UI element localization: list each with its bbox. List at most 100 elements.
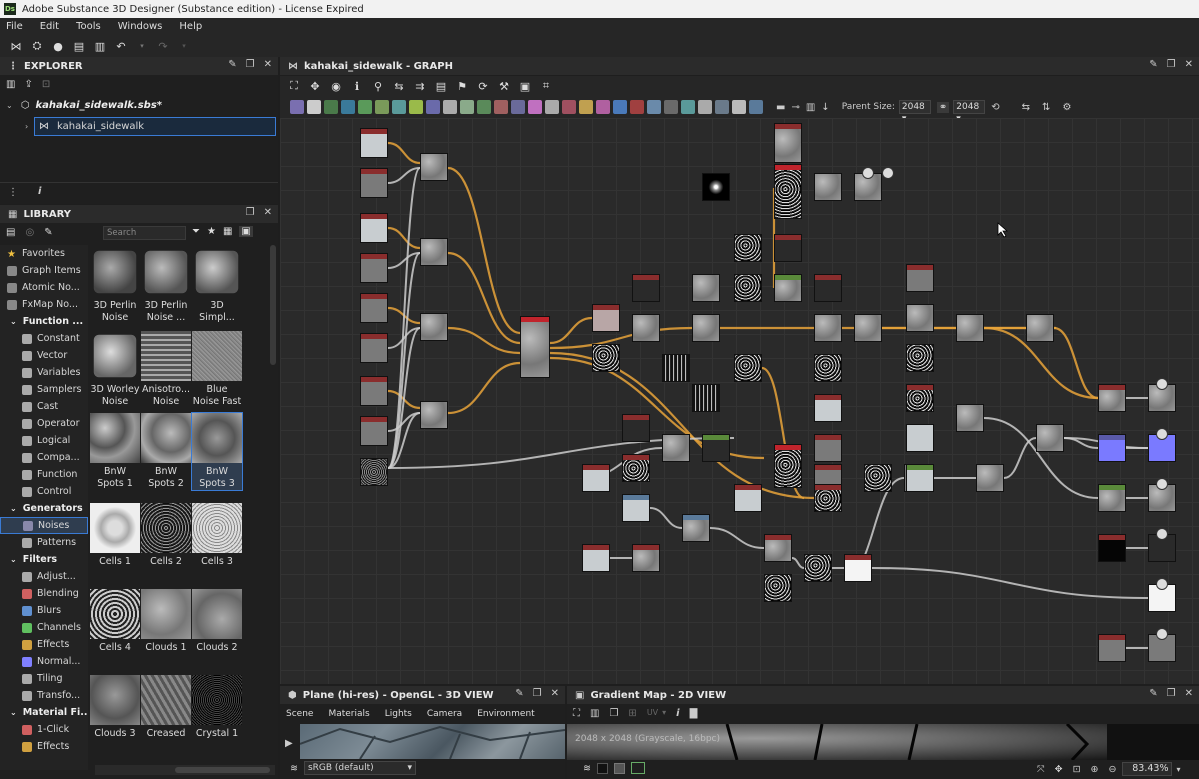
export-icon[interactable]: ⇪ — [24, 79, 32, 90]
graph-node[interactable] — [734, 484, 762, 512]
graph-node[interactable] — [360, 128, 388, 158]
zoom-dropdown-icon[interactable]: ▾ — [1176, 765, 1180, 774]
atomic-node-icon[interactable] — [341, 100, 355, 114]
black-bg-icon[interactable] — [596, 762, 608, 774]
atomic-node-icon[interactable] — [732, 100, 746, 114]
atomic-node-icon[interactable] — [443, 100, 457, 114]
library-thumbnail[interactable]: Creased — [141, 675, 191, 740]
frame-node-icon[interactable]: ▥ — [806, 102, 815, 113]
library-thumbnail[interactable]: BnW Spots 1 — [90, 413, 140, 490]
favorite-filter-icon[interactable]: ★ — [207, 226, 216, 237]
edit-icon[interactable]: ✎ — [44, 227, 52, 238]
graph-node[interactable] — [906, 424, 934, 452]
menu-windows[interactable]: Windows — [118, 21, 163, 32]
pin-icon[interactable]: ✎ — [1149, 59, 1157, 70]
save-package-icon[interactable]: ▥ — [6, 79, 15, 90]
atomic-node-icon[interactable] — [698, 100, 712, 114]
graph-node[interactable] — [582, 544, 610, 572]
library-subcategory[interactable]: Cast — [0, 398, 88, 415]
graph-node[interactable] — [1036, 424, 1064, 452]
graph-node[interactable] — [906, 464, 934, 492]
pin-icon[interactable]: ↓ — [821, 102, 829, 113]
graph-node[interactable] — [520, 316, 550, 378]
library-subcategory[interactable]: Variables — [0, 364, 88, 381]
graph-node[interactable] — [662, 354, 690, 382]
atomic-node-icon[interactable] — [749, 100, 763, 114]
graph-node[interactable] — [582, 464, 610, 492]
atomic-node-icon[interactable] — [511, 100, 525, 114]
atomic-node-icon[interactable] — [681, 100, 695, 114]
environment-menu[interactable]: Environment — [477, 709, 534, 719]
graph-node[interactable] — [774, 444, 802, 488]
graph-node[interactable] — [804, 554, 832, 582]
uv-dropdown-icon[interactable]: ▾ — [662, 708, 666, 719]
dock-left-icon[interactable]: ⇆ — [1022, 102, 1030, 113]
library-subcategory[interactable]: Blending — [0, 585, 88, 602]
library-subcategory[interactable]: Channels — [0, 619, 88, 636]
library-subcategory[interactable]: Graph Items — [0, 262, 88, 279]
pin-icon[interactable]: ✎ — [228, 59, 236, 70]
comment-node-icon[interactable]: ▬ — [776, 102, 785, 113]
info-icon[interactable]: i — [38, 186, 41, 197]
save-icon[interactable]: ▥ — [92, 38, 108, 54]
library-subcategory[interactable]: Effects — [0, 738, 88, 755]
atomic-node-icon[interactable] — [392, 100, 406, 114]
graph-node[interactable] — [682, 514, 710, 542]
package-row[interactable]: ⌄ ⬡ kahakai_sidewalk.sbs* — [6, 100, 162, 111]
graph-node[interactable] — [814, 274, 842, 302]
histogram-icon[interactable]: ▇ — [690, 708, 698, 719]
graph-node[interactable] — [360, 168, 388, 198]
close-icon[interactable]: ✕ — [551, 688, 559, 699]
graph-node[interactable] — [814, 173, 842, 201]
save-image-icon[interactable]: ▥ — [590, 708, 599, 719]
link-icon[interactable]: ⇆ — [391, 78, 407, 94]
atomic-node-icon[interactable] — [358, 100, 372, 114]
library-thumbnail[interactable]: Cells 2 — [141, 503, 191, 568]
atomic-node-icon[interactable] — [477, 100, 491, 114]
graph-node[interactable] — [734, 274, 762, 302]
output-badge-icon[interactable] — [1156, 528, 1168, 540]
library-subcategory[interactable]: Compa... — [0, 449, 88, 466]
graph-node[interactable] — [814, 314, 842, 342]
library-thumbnail[interactable]: Anisotro... Noise — [141, 331, 191, 408]
library-thumbnail[interactable]: Clouds 2 — [192, 589, 242, 654]
graph-node[interactable] — [764, 574, 792, 602]
dock-up-icon[interactable]: ⇅ — [1042, 102, 1050, 113]
zoom-fit-icon[interactable]: ⊡ — [1073, 764, 1081, 775]
gray-bg-icon[interactable] — [613, 762, 625, 774]
align-icon[interactable]: ⇉ — [412, 78, 428, 94]
atomic-node-icon[interactable] — [324, 100, 338, 114]
library-subcategory[interactable]: Blurs — [0, 602, 88, 619]
filter-icon[interactable]: ⏷ — [192, 226, 200, 237]
camera-menu[interactable]: Camera — [427, 709, 462, 719]
library-thumbnail[interactable]: Cells 3 — [192, 503, 242, 568]
graph-node[interactable] — [906, 264, 934, 292]
zoom-input[interactable]: 83.43% — [1122, 762, 1173, 776]
library-thumbnail[interactable]: BnW Spots 2 — [141, 413, 191, 490]
link-size-icon[interactable]: ⚭ — [936, 101, 950, 113]
graph-node[interactable] — [1098, 634, 1126, 662]
graph-node[interactable] — [734, 354, 762, 382]
library-subcategory[interactable]: Vector — [0, 347, 88, 364]
graph-node[interactable] — [956, 314, 984, 342]
frame-all-icon[interactable]: ⛶ — [286, 78, 302, 94]
graph-node[interactable] — [814, 394, 842, 422]
graph-node[interactable] — [814, 484, 842, 512]
library-thumbnail[interactable]: Clouds 1 — [141, 589, 191, 654]
atomic-node-icon[interactable] — [290, 100, 304, 114]
graph-node[interactable] — [1098, 534, 1126, 562]
graph-node[interactable] — [702, 173, 730, 201]
3d-viewport[interactable] — [299, 724, 566, 760]
graph-row[interactable]: › ⋈ kahakai_sidewalk — [25, 117, 276, 136]
graph-node[interactable] — [1098, 384, 1126, 412]
graph-node[interactable] — [814, 354, 842, 382]
atomic-node-icon[interactable] — [494, 100, 508, 114]
library-thumbnail[interactable]: Cells 4 — [90, 589, 140, 654]
atomic-node-icon[interactable] — [647, 100, 661, 114]
graph-node[interactable] — [360, 213, 388, 243]
width-select[interactable]: 2048 ▾ — [898, 100, 931, 124]
menu-help[interactable]: Help — [179, 21, 202, 32]
library-subcategory[interactable]: Effects — [0, 636, 88, 653]
pan-icon[interactable]: ✥ — [1055, 764, 1063, 775]
graph-node[interactable] — [702, 434, 730, 462]
